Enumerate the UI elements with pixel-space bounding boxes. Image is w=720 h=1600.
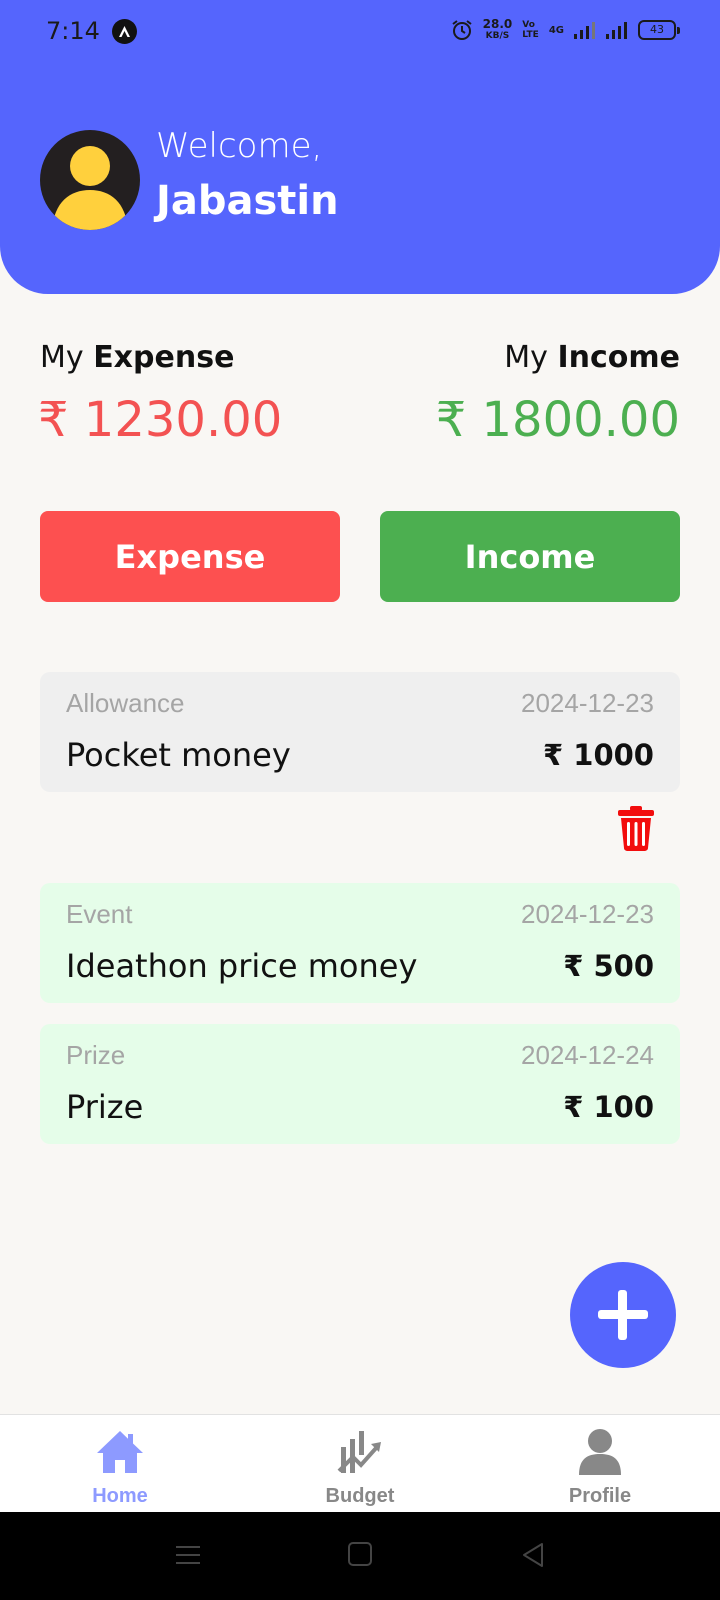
nav-label-profile: Profile xyxy=(568,1485,632,1507)
income-summary-label: My Income xyxy=(504,340,680,375)
transaction-title: Ideathon price money xyxy=(66,947,418,985)
nav-item-profile[interactable]: Profile xyxy=(520,1415,680,1513)
transaction-date: 2024-12-23 xyxy=(521,688,654,718)
add-transaction-button[interactable] xyxy=(570,1262,676,1368)
nav-item-home[interactable]: Home xyxy=(40,1415,200,1513)
status-time: 7:14 xyxy=(46,17,100,45)
nav-label-budget: Budget xyxy=(325,1485,395,1507)
header: 7:14 28.0 KB/S Vo LTE 4G 43 Welcome, Jab… xyxy=(0,0,720,294)
transaction-title: Prize xyxy=(66,1088,144,1126)
username: Jabastin xyxy=(156,178,339,224)
home-icon xyxy=(97,1431,143,1473)
nav-label-home: Home xyxy=(92,1485,148,1507)
system-nav-bar xyxy=(0,1512,720,1600)
alarm-icon xyxy=(452,20,472,40)
transaction-date: 2024-12-23 xyxy=(521,899,654,929)
transaction-card[interactable]: Event 2024-12-23 Ideathon price money ₹ … xyxy=(40,883,680,1003)
transaction-card[interactable]: Allowance 2024-12-23 Pocket money ₹ 1000 xyxy=(40,672,680,792)
app-notification-icon xyxy=(112,19,137,44)
person-icon xyxy=(579,1429,621,1475)
trash-icon xyxy=(618,806,654,851)
transaction-date: 2024-12-24 xyxy=(521,1040,654,1070)
status-icons: 28.0 KB/S Vo LTE 4G 43 xyxy=(451,17,680,42)
transaction-card[interactable]: Prize 2024-12-24 Prize ₹ 100 xyxy=(40,1024,680,1144)
bottom-nav: Home Budget Profile xyxy=(0,1414,720,1512)
income-button[interactable]: Income xyxy=(380,511,680,602)
signal-icon xyxy=(574,22,595,39)
transaction-category: Event xyxy=(66,899,133,929)
nav-item-budget[interactable]: Budget xyxy=(280,1415,440,1513)
system-home-icon[interactable] xyxy=(348,1542,372,1566)
transaction-category: Prize xyxy=(66,1040,126,1070)
back-icon[interactable] xyxy=(520,1542,546,1568)
transaction-category: Allowance xyxy=(66,688,185,718)
welcome-text: Welcome, xyxy=(156,126,323,166)
volte-indicator: Vo LTE xyxy=(522,20,539,40)
transaction-amount: ₹ 1000 xyxy=(543,738,654,772)
signal-icon-2 xyxy=(606,22,627,39)
expense-summary-label: My Expense xyxy=(40,340,235,375)
network-type: 4G xyxy=(548,24,564,36)
user-avatar-icon xyxy=(52,146,128,230)
status-bar: 7:14 28.0 KB/S Vo LTE 4G 43 xyxy=(0,0,720,64)
expense-button[interactable]: Expense xyxy=(40,511,340,602)
network-speed: 28.0 KB/S xyxy=(482,17,513,41)
transaction-amount: ₹ 500 xyxy=(563,949,654,983)
transaction-title: Pocket money xyxy=(66,736,291,774)
chart-icon xyxy=(337,1431,381,1473)
expense-total: ₹ 1230.00 xyxy=(38,392,283,448)
recent-apps-icon[interactable] xyxy=(175,1542,201,1568)
transaction-amount: ₹ 100 xyxy=(563,1090,654,1124)
avatar[interactable] xyxy=(40,130,140,230)
battery-icon: 43 xyxy=(638,20,680,40)
delete-button[interactable] xyxy=(616,805,656,851)
income-total: ₹ 1800.00 xyxy=(435,392,680,448)
